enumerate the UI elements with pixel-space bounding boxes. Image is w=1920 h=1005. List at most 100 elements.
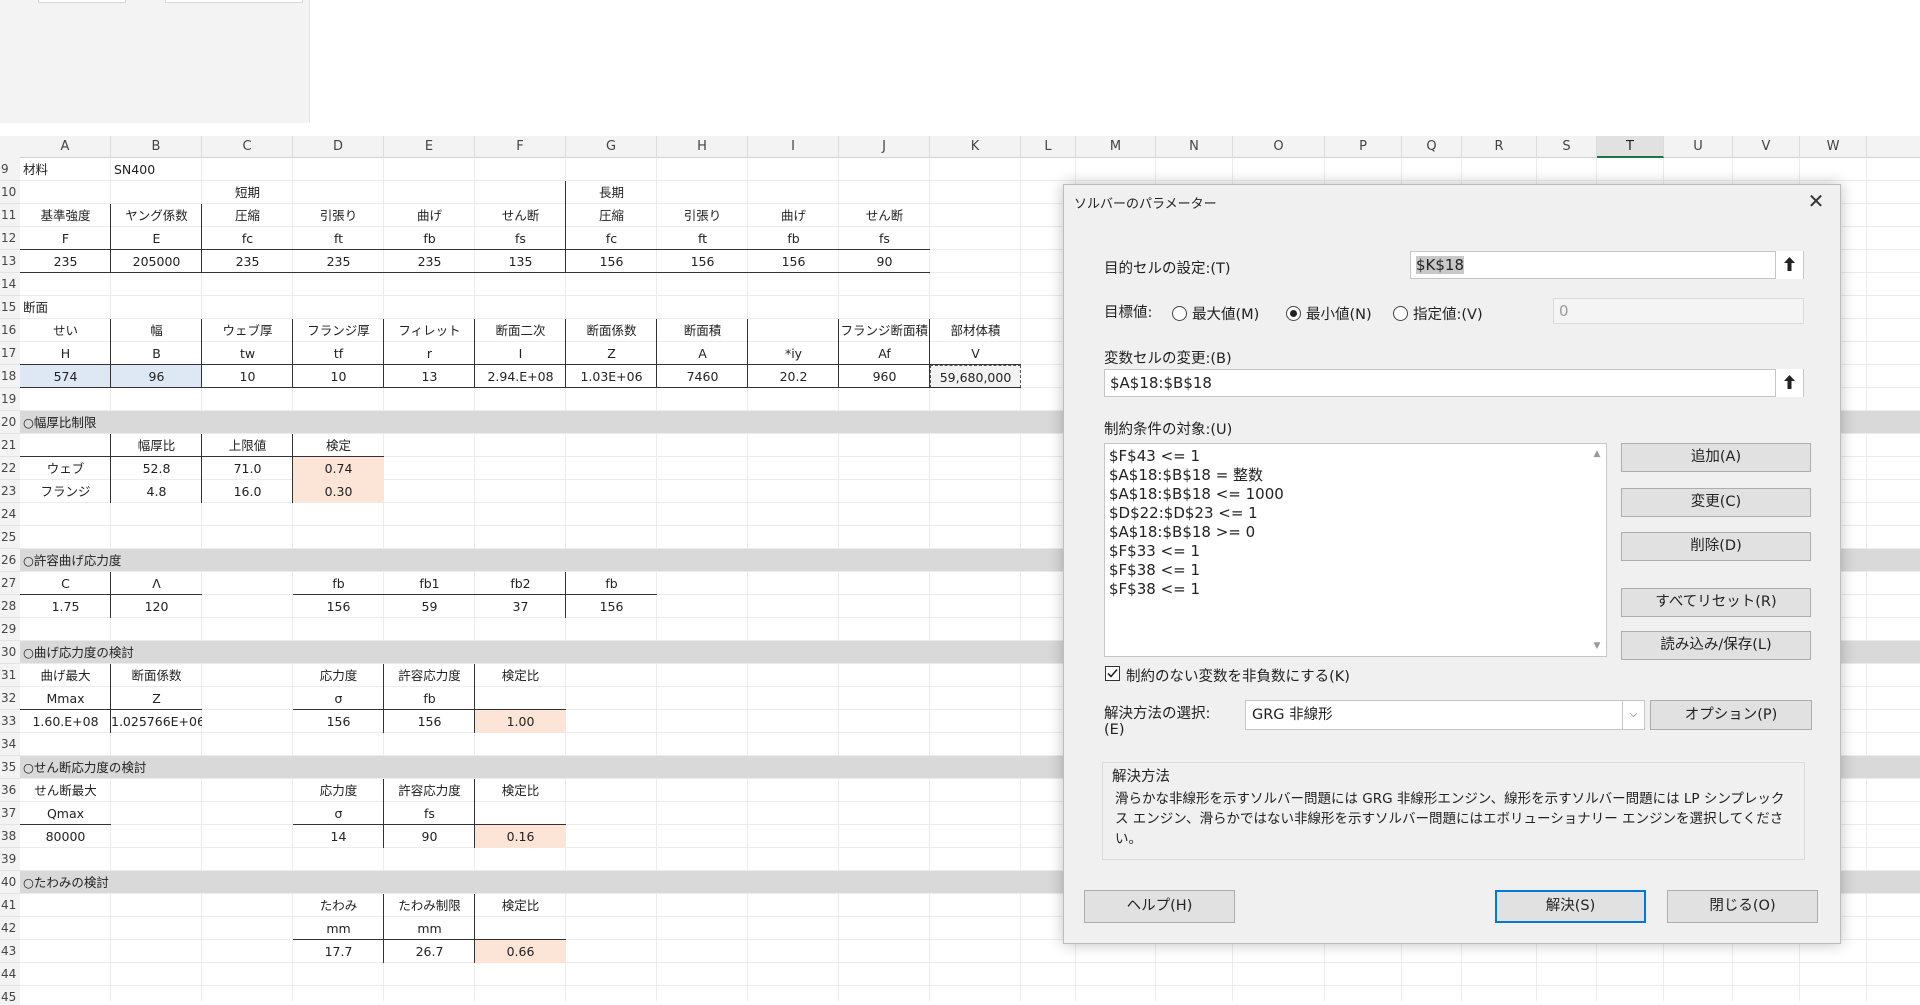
constraint-item[interactable]: $A$18:$B$18 <= 1000 bbox=[1109, 485, 1284, 504]
scroll-up-icon[interactable]: ▲ bbox=[1591, 448, 1603, 460]
nonnegative-checkbox[interactable] bbox=[1105, 666, 1120, 681]
cell-d42[interactable]: mm bbox=[293, 917, 384, 940]
cell-d21[interactable]: 検定 bbox=[293, 434, 384, 457]
row-header-15[interactable]: 15 bbox=[0, 296, 20, 319]
delete-button[interactable]: 削除(D) bbox=[1621, 532, 1811, 561]
cell-h12[interactable]: ft bbox=[657, 227, 748, 250]
cell-a20[interactable]: ○幅厚比制限 bbox=[20, 411, 320, 434]
cell-d23[interactable]: 0.30 bbox=[293, 480, 384, 503]
cell-e41[interactable]: たわみ制限 bbox=[384, 894, 475, 917]
cell-d11[interactable]: 引張り bbox=[293, 204, 384, 227]
cell-d27[interactable]: fb bbox=[293, 572, 384, 595]
cell-h16[interactable]: 断面積 bbox=[657, 319, 748, 342]
cell-g27[interactable]: fb bbox=[566, 572, 657, 595]
cell-f17[interactable]: I bbox=[475, 342, 566, 365]
row-header-21[interactable]: 21 bbox=[0, 434, 20, 457]
column-header-t[interactable]: T bbox=[1597, 136, 1664, 158]
cell-g10[interactable]: 長期 bbox=[566, 181, 657, 204]
cell-j11[interactable]: せん断 bbox=[839, 204, 930, 227]
row-header-33[interactable]: 33 bbox=[0, 710, 20, 733]
cell-f11[interactable]: せん断 bbox=[475, 204, 566, 227]
column-header-b[interactable]: B bbox=[111, 136, 202, 158]
cell-d12[interactable]: ft bbox=[293, 227, 384, 250]
column-header-s[interactable]: S bbox=[1537, 136, 1597, 158]
row-header-45[interactable]: 45 bbox=[0, 986, 20, 1005]
column-header-i[interactable]: I bbox=[748, 136, 839, 158]
cell-d16[interactable]: フランジ厚 bbox=[293, 319, 384, 342]
cell-b23[interactable]: 4.8 bbox=[111, 480, 202, 503]
cell-a18[interactable]: 574 bbox=[20, 365, 111, 388]
row-header-14[interactable]: 14 bbox=[0, 273, 20, 296]
cell-e17[interactable]: r bbox=[384, 342, 475, 365]
close-icon[interactable]: ✕ bbox=[1802, 188, 1830, 214]
cell-d33[interactable]: 156 bbox=[293, 710, 384, 733]
cell-i11[interactable]: 曲げ bbox=[748, 204, 839, 227]
cell-a13[interactable]: 235 bbox=[20, 250, 111, 273]
column-header-w[interactable]: W bbox=[1800, 136, 1867, 158]
cell-a35[interactable]: ○せん断応力度の検討 bbox=[20, 756, 320, 779]
cell-f28[interactable]: 37 bbox=[475, 595, 566, 618]
cell-f13[interactable]: 135 bbox=[475, 250, 566, 273]
collapse-variable-button[interactable] bbox=[1775, 369, 1803, 397]
radio-value[interactable]: 指定値:(V) bbox=[1393, 303, 1483, 324]
column-header-j[interactable]: J bbox=[839, 136, 930, 158]
constraint-item[interactable]: $D$22:$D$23 <= 1 bbox=[1109, 504, 1258, 523]
cell-h11[interactable]: 引張り bbox=[657, 204, 748, 227]
method-select[interactable]: GRG 非線形 ⌵ bbox=[1245, 700, 1645, 730]
cell-i17[interactable]: *iy bbox=[748, 342, 839, 365]
column-header-k[interactable]: K bbox=[930, 136, 1021, 158]
cell-d38[interactable]: 14 bbox=[293, 825, 384, 848]
column-header-m[interactable]: M bbox=[1076, 136, 1156, 158]
cell-c23[interactable]: 16.0 bbox=[202, 480, 293, 503]
row-header-10[interactable]: 10 bbox=[0, 181, 20, 204]
cell-f38[interactable]: 0.16 bbox=[475, 825, 566, 848]
cell-b21[interactable]: 幅厚比 bbox=[111, 434, 202, 457]
row-header-31[interactable]: 31 bbox=[0, 664, 20, 687]
cell-k17[interactable]: V bbox=[930, 342, 1021, 365]
cell-j17[interactable]: Af bbox=[839, 342, 930, 365]
column-header-e[interactable]: E bbox=[384, 136, 475, 158]
column-header-l[interactable]: L bbox=[1021, 136, 1076, 158]
row-header-9[interactable]: 9 bbox=[0, 158, 20, 181]
cell-j16[interactable]: フランジ断面積 bbox=[768, 319, 930, 342]
cell-c18[interactable]: 10 bbox=[202, 365, 293, 388]
cell-b11[interactable]: ヤング係数 bbox=[111, 204, 202, 227]
column-header-q[interactable]: Q bbox=[1402, 136, 1462, 158]
cell-a28[interactable]: 1.75 bbox=[20, 595, 111, 618]
radio-min[interactable]: 最小値(N) bbox=[1286, 303, 1372, 324]
cell-b31[interactable]: 断面係数 bbox=[111, 664, 202, 687]
cell-c10[interactable]: 短期 bbox=[202, 181, 293, 204]
row-header-16[interactable]: 16 bbox=[0, 319, 20, 342]
cell-b12[interactable]: E bbox=[111, 227, 202, 250]
column-header-u[interactable]: U bbox=[1664, 136, 1733, 158]
row-header-39[interactable]: 39 bbox=[0, 848, 20, 871]
cell-j12[interactable]: fs bbox=[839, 227, 930, 250]
row-header-20[interactable]: 20 bbox=[0, 411, 20, 434]
cell-i13[interactable]: 156 bbox=[748, 250, 839, 273]
cell-e32[interactable]: fb bbox=[384, 687, 475, 710]
column-header-a[interactable]: A bbox=[20, 136, 111, 158]
constraints-list[interactable]: ▲ ▼ $F$43 <= 1 $A$18:$B$18 = 整数 $A$18:$B$1… bbox=[1104, 443, 1607, 657]
constraint-item[interactable]: $A$18:$B$18 = 整数 bbox=[1109, 466, 1263, 485]
cell-k18[interactable]: 59,680,000 bbox=[930, 365, 1021, 388]
column-header-r[interactable]: R bbox=[1462, 136, 1537, 158]
cell-i18[interactable]: 20.2 bbox=[748, 365, 839, 388]
cell-a12[interactable]: F bbox=[20, 227, 111, 250]
column-header-g[interactable]: G bbox=[566, 136, 657, 158]
row-header-25[interactable]: 25 bbox=[0, 526, 20, 549]
cell-e11[interactable]: 曲げ bbox=[384, 204, 475, 227]
cell-b9[interactable]: SN400 bbox=[111, 158, 411, 181]
cell-f36[interactable]: 検定比 bbox=[475, 779, 566, 802]
row-header-36[interactable]: 36 bbox=[0, 779, 20, 802]
cell-f12[interactable]: fs bbox=[475, 227, 566, 250]
cell-g17[interactable]: Z bbox=[566, 342, 657, 365]
row-header-13[interactable]: 13 bbox=[0, 250, 20, 273]
cell-a17[interactable]: H bbox=[20, 342, 111, 365]
row-header-43[interactable]: 43 bbox=[0, 940, 20, 963]
variable-cells-input[interactable]: $A$18:$B$18 bbox=[1104, 369, 1804, 397]
row-header-12[interactable]: 12 bbox=[0, 227, 20, 250]
column-header-d[interactable]: D bbox=[293, 136, 384, 158]
target-value-field[interactable]: 0 bbox=[1553, 298, 1804, 324]
column-header-f[interactable]: F bbox=[475, 136, 566, 158]
row-header-38[interactable]: 38 bbox=[0, 825, 20, 848]
